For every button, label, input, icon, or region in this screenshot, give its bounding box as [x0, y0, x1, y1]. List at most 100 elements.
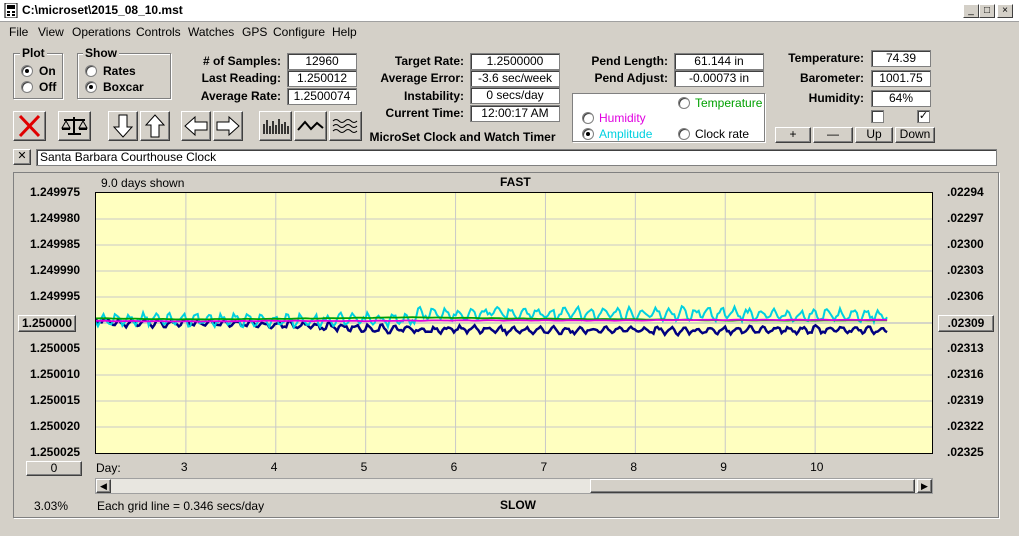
wave-chart-icon — [332, 119, 358, 133]
checkbox-2[interactable]: ✓ — [917, 110, 930, 123]
plot-off-label: Off — [39, 80, 57, 94]
horizontal-scrollbar[interactable]: ◀ ▶ — [95, 478, 933, 494]
overlay-humidity-label: Humidity — [599, 111, 646, 125]
arrow-left-icon — [184, 115, 208, 137]
menu-operations[interactable]: Operations — [72, 25, 131, 39]
menu-watches[interactable]: Watches — [188, 25, 234, 39]
temperature-label: Temperature: — [788, 51, 864, 65]
menu-view[interactable]: View — [38, 25, 64, 39]
y-left-tick-label: 1.249985 — [30, 237, 81, 251]
clock-name-field[interactable]: Santa Barbara Courthouse Clock — [36, 149, 997, 166]
red-x-icon — [18, 114, 41, 138]
overlay-temperature-label: Temperature — [695, 96, 763, 110]
days-shown-label: 9.0 days shown — [101, 176, 185, 190]
balance-scale-icon — [61, 117, 88, 135]
zero-button[interactable]: 0 — [26, 461, 82, 476]
balance-button[interactable] — [58, 111, 91, 141]
grid-note: Each grid line = 0.346 secs/day — [97, 499, 265, 513]
arrow-right-icon — [216, 115, 240, 137]
x-tick-label: 10 — [810, 460, 824, 474]
x-tick-label: 5 — [360, 460, 368, 474]
x-tick-label: 6 — [450, 460, 458, 474]
show-boxcar-label: Boxcar — [103, 80, 144, 94]
y-right-tick-label: .02325 — [947, 445, 984, 459]
show-rates-radio[interactable] — [85, 65, 97, 77]
y-left-tick-label: 1.250015 — [30, 393, 81, 407]
target-rate-field: 1.2500000 — [470, 53, 560, 70]
humidity-field: 64% — [871, 90, 931, 107]
plot-off-radio[interactable] — [21, 81, 33, 93]
arrow-left-button[interactable] — [181, 111, 211, 141]
y-right-tick-label: .02306 — [947, 289, 984, 303]
overlay-clockrate-radio[interactable] — [678, 128, 690, 140]
minimize-button[interactable]: _ — [963, 4, 979, 18]
maximize-button[interactable]: □ — [979, 4, 995, 18]
overlay-selector: Temperature Humidity Amplitude Clock rat… — [572, 93, 765, 142]
scroll-right-icon[interactable]: ▶ — [917, 479, 932, 493]
y-left-tick-label: 1.249990 — [30, 263, 81, 277]
arrow-down-button[interactable] — [108, 111, 138, 141]
close-window-button[interactable]: × — [997, 4, 1013, 18]
menu-help[interactable]: Help — [332, 25, 357, 39]
fast-label: FAST — [500, 175, 531, 189]
left-center-button[interactable]: 1.250000 — [18, 315, 76, 332]
scroll-left-icon[interactable]: ◀ — [96, 479, 111, 493]
plus-button[interactable]: + — [775, 127, 811, 143]
plot-group-label: Plot — [20, 46, 47, 60]
menu-file[interactable]: File — [9, 25, 28, 39]
y-right-tick-label: .02294 — [947, 185, 984, 199]
window-title: C:\microset\2015_08_10.mst — [22, 3, 183, 17]
bars-view-button[interactable] — [259, 111, 292, 141]
show-group-label: Show — [83, 46, 119, 60]
pend-adjust-field: -0.00073 in — [674, 70, 764, 87]
menu-controls[interactable]: Controls — [136, 25, 181, 39]
y-right-tick-label: .02313 — [947, 341, 984, 355]
slow-label: SLOW — [500, 498, 536, 512]
app-caption: MicroSet Clock and Watch Timer — [369, 130, 556, 144]
x-tick-label: 4 — [270, 460, 278, 474]
x-tick-label: 9 — [720, 460, 727, 474]
down-button[interactable]: Down — [895, 127, 935, 143]
y-left-tick-label: 1.250005 — [30, 341, 81, 355]
series-line-amplitude — [95, 303, 888, 330]
line-view-button[interactable] — [294, 111, 327, 141]
overlay-humidity-radio[interactable] — [582, 112, 594, 124]
menu-bar: File View Operations Controls Watches GP… — [0, 22, 1019, 42]
chart-svg — [94, 193, 932, 453]
stop-button[interactable] — [13, 111, 46, 141]
scroll-thumb[interactable] — [590, 479, 915, 493]
y-left-tick-label: 1.249980 — [30, 211, 81, 225]
overlay-amplitude-radio[interactable] — [582, 128, 594, 140]
pend-length-label: Pend Length: — [591, 54, 668, 68]
right-center-button[interactable]: .02309 — [938, 315, 994, 332]
plot-on-label: On — [39, 64, 56, 78]
show-rates-label: Rates — [103, 64, 136, 78]
overlay-temperature-radio[interactable] — [678, 97, 690, 109]
current-time-label: Current Time: — [385, 106, 464, 120]
percent-label: 3.03% — [34, 499, 69, 513]
overlay-clockrate-label: Clock rate — [695, 127, 750, 141]
wave-view-button[interactable] — [329, 111, 362, 141]
plot-area — [94, 192, 933, 454]
up-button[interactable]: Up — [855, 127, 893, 143]
line-chart-icon — [297, 120, 324, 131]
minus-button[interactable]: — — [813, 127, 853, 143]
x-tick-label: 7 — [540, 460, 548, 474]
y-right-tick-label: .02319 — [947, 393, 984, 407]
show-boxcar-radio[interactable] — [85, 81, 97, 93]
samples-field: 12960 — [287, 53, 357, 70]
arrow-right-button[interactable] — [213, 111, 243, 141]
checkbox-1[interactable] — [871, 110, 884, 123]
instability-label: Instability: — [403, 89, 464, 103]
arrow-up-button[interactable] — [140, 111, 170, 141]
plot-on-radio[interactable] — [21, 65, 33, 77]
temperature-field: 74.39 — [871, 50, 931, 67]
current-time-field: 12:00:17 AM — [470, 105, 560, 122]
day-axis-label: Day: — [96, 461, 121, 475]
menu-gps[interactable]: GPS — [242, 25, 267, 39]
average-rate-label: Average Rate: — [200, 89, 281, 103]
pend-adjust-label: Pend Adjust: — [594, 71, 668, 85]
y-right-tick-label: .02322 — [947, 419, 984, 433]
menu-configure[interactable]: Configure — [273, 25, 325, 39]
clear-clock-button[interactable]: ✕ — [13, 149, 31, 165]
